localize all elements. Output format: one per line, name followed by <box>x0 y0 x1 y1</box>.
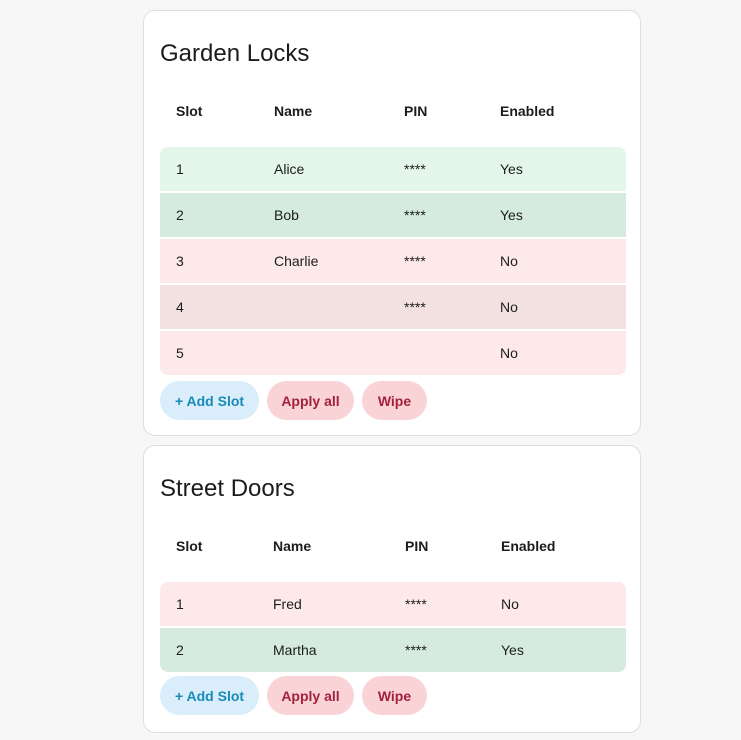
cell-enabled: No <box>501 596 519 612</box>
cell-enabled: Yes <box>501 642 524 658</box>
cell-name: Fred <box>273 596 302 612</box>
table-row[interactable]: 2 Martha **** Yes <box>160 628 626 672</box>
card-title: Garden Locks <box>160 40 310 67</box>
cell-pin: **** <box>405 642 427 658</box>
table-header: Slot Name PIN Enabled <box>160 535 626 559</box>
add-slot-button[interactable]: + Add Slot <box>160 676 259 715</box>
cell-slot: 2 <box>176 207 184 223</box>
cell-enabled: No <box>500 299 518 315</box>
cell-enabled: Yes <box>500 207 523 223</box>
lock-card-garden-locks: Garden Locks Slot Name PIN Enabled 1 Ali… <box>143 10 641 436</box>
table-row[interactable]: 2 Bob **** Yes <box>160 193 626 237</box>
cell-pin: **** <box>404 253 426 269</box>
table-body: 1 Fred **** No 2 Martha **** Yes <box>160 582 626 672</box>
lock-card-street-doors: Street Doors Slot Name PIN Enabled 1 Fre… <box>143 445 641 733</box>
card-title: Street Doors <box>160 475 295 502</box>
column-header-slot: Slot <box>176 103 203 119</box>
table-row[interactable]: 4 **** No <box>160 285 626 329</box>
add-slot-button[interactable]: + Add Slot <box>160 381 259 420</box>
table-body: 1 Alice **** Yes 2 Bob **** Yes 3 Charli… <box>160 147 626 375</box>
cell-slot: 5 <box>176 345 184 361</box>
cell-name: Charlie <box>274 253 319 269</box>
cell-name: Alice <box>274 161 305 177</box>
cell-slot: 2 <box>176 642 184 658</box>
cell-enabled: No <box>500 345 518 361</box>
wipe-button[interactable]: Wipe <box>362 381 427 420</box>
cell-pin: **** <box>405 596 427 612</box>
slots-table: Slot Name PIN Enabled 1 Fred **** No 2 M… <box>160 535 626 672</box>
column-header-enabled: Enabled <box>501 538 556 554</box>
cell-pin: **** <box>404 299 426 315</box>
cell-slot: 1 <box>176 161 184 177</box>
wipe-button[interactable]: Wipe <box>362 676 427 715</box>
column-header-enabled: Enabled <box>500 103 555 119</box>
column-header-pin: PIN <box>404 103 428 119</box>
cell-name: Bob <box>274 207 299 223</box>
table-row[interactable]: 3 Charlie **** No <box>160 239 626 283</box>
cell-name: Martha <box>273 642 317 658</box>
table-row[interactable]: 5 No <box>160 331 626 375</box>
slots-table: Slot Name PIN Enabled 1 Alice **** Yes 2… <box>160 100 626 375</box>
column-header-name: Name <box>274 103 313 119</box>
table-row[interactable]: 1 Alice **** Yes <box>160 147 626 191</box>
column-header-slot: Slot <box>176 538 203 554</box>
cell-slot: 4 <box>176 299 184 315</box>
cell-slot: 3 <box>176 253 184 269</box>
column-header-pin: PIN <box>405 538 429 554</box>
cell-slot: 1 <box>176 596 184 612</box>
apply-all-button[interactable]: Apply all <box>267 381 354 420</box>
cell-enabled: No <box>500 253 518 269</box>
apply-all-button[interactable]: Apply all <box>267 676 354 715</box>
column-header-name: Name <box>273 538 312 554</box>
cell-pin: **** <box>404 161 426 177</box>
table-header: Slot Name PIN Enabled <box>160 100 626 124</box>
table-row[interactable]: 1 Fred **** No <box>160 582 626 626</box>
cell-enabled: Yes <box>500 161 523 177</box>
cell-pin: **** <box>404 207 426 223</box>
